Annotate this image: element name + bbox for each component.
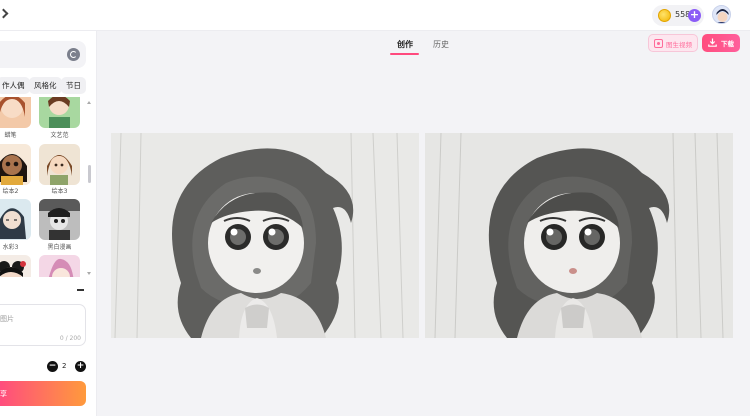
top-bar: 558 + [0,0,750,31]
style-scrollbar[interactable] [87,101,91,276]
style-thumb-7[interactable] [0,255,31,277]
style-grid: 蜡笔 文艺范 绘本2 绘本3 水彩3 黑白漫画 [0,97,96,277]
style-search-box[interactable] [0,41,86,68]
image-to-video-label: 图生视频 [666,41,692,49]
generate-button-label: 享 [0,390,7,398]
back-chevron-icon[interactable] [0,8,9,19]
style-thumb-artsy[interactable] [39,97,80,128]
scroll-down-icon[interactable] [87,272,91,275]
quantity-value: 2 [62,362,67,370]
coin-balance[interactable]: 558 + [652,5,704,26]
category-tab-festival[interactable]: 节日 [61,77,86,94]
avatar[interactable] [712,5,731,24]
style-thumb-picturebook2[interactable] [0,144,31,185]
style-thumb-crayon[interactable] [0,97,31,128]
result-image-2[interactable] [425,133,733,338]
style-label: 绘本2 [2,188,19,195]
scroll-thumb[interactable] [88,165,91,183]
active-tab-indicator [390,53,419,55]
refresh-icon[interactable] [67,48,80,61]
add-coins-plus-icon[interactable]: + [688,9,701,22]
style-thumb-watercolor3[interactable] [0,199,31,240]
download-button[interactable]: 下载 [702,34,740,52]
prompt-char-counter: 0 / 200 [59,335,81,342]
image-to-video-button[interactable]: 图生视频 [648,34,698,52]
collapse-icon[interactable] [77,289,84,291]
result-image-1[interactable] [111,133,419,338]
download-label: 下载 [721,40,734,48]
left-panel: 作人偶 风格化 节日 蜡笔 文艺范 绘本2 绘本3 水彩3 黑白漫画 图片 0 … [0,31,97,416]
tab-history[interactable]: 历史 [433,39,449,50]
tab-create[interactable]: 创作 [397,39,413,50]
generate-button[interactable]: 享 [0,381,86,406]
quantity-plus-button[interactable]: + [75,361,86,372]
style-label: 绘本3 [51,188,68,195]
style-label: 水彩3 [2,244,19,251]
style-thumb-8[interactable] [39,255,80,277]
video-icon [654,39,663,48]
prompt-input[interactable]: 图片 0 / 200 [0,304,86,346]
style-label: 文艺范 [50,132,69,139]
style-label: 黑白漫画 [47,244,72,251]
style-label: 蜡笔 [4,132,17,139]
style-thumb-picturebook3[interactable] [39,144,80,185]
scroll-up-icon[interactable] [87,101,91,104]
coin-icon [658,9,671,22]
prompt-placeholder: 图片 [0,315,14,323]
category-tab-stylized[interactable]: 风格化 [29,77,62,94]
download-icon [708,38,717,47]
quantity-minus-button[interactable]: − [47,361,58,372]
style-thumb-bw-comic[interactable] [39,199,80,240]
category-tab-figure[interactable]: 作人偶 [0,77,30,94]
